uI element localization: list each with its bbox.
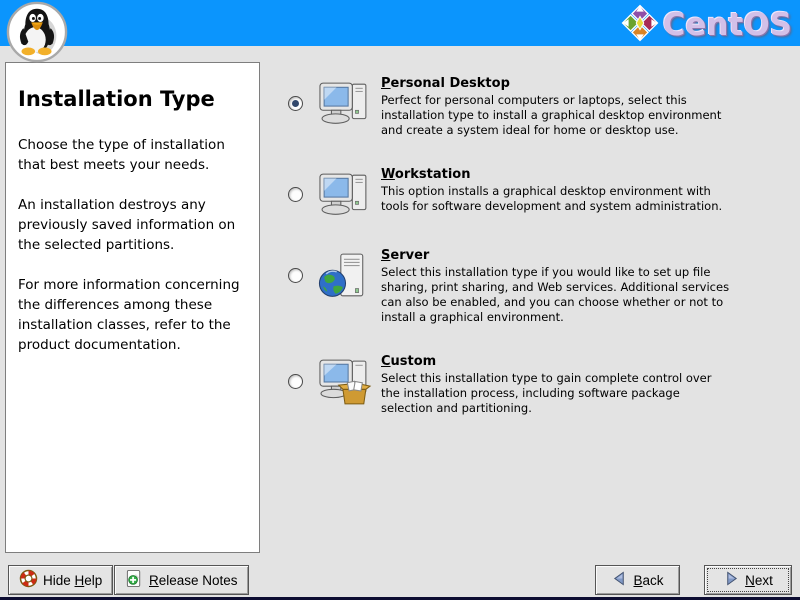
help-panel: Installation Type Choose the type of ins… (5, 62, 260, 553)
option-description: This option installs a graphical desktop… (381, 184, 733, 214)
help-paragraph: For more information concerning the diff… (18, 275, 247, 355)
hide-help-label: Hide Help (43, 573, 102, 588)
radio-custom[interactable] (288, 374, 303, 389)
option-title: Server (381, 248, 733, 263)
option-personal-desktop[interactable]: Personal Desktop Perfect for personal co… (288, 76, 748, 138)
option-custom[interactable]: Custom Select this installation type to … (288, 354, 748, 416)
radio-workstation[interactable] (288, 187, 303, 202)
centos-logo: CentOS (621, 4, 792, 46)
brand-name: CentOS (663, 7, 792, 43)
release-notes-document-icon (125, 569, 144, 591)
option-server[interactable]: Server Select this installation type if … (288, 248, 748, 325)
option-description: Select this installation type if you wou… (381, 265, 733, 325)
back-arrow-icon (611, 570, 628, 590)
help-paragraph: An installation destroys any previously … (18, 195, 247, 255)
option-title: Custom (381, 354, 733, 369)
option-workstation[interactable]: Workstation This option installs a graph… (288, 167, 748, 219)
lifering-help-icon (19, 569, 38, 591)
option-title: Workstation (381, 167, 733, 182)
desktop-computer-icon (317, 171, 373, 219)
page-title: Installation Type (18, 87, 247, 111)
desktop-computer-icon (317, 80, 373, 128)
installation-type-options: Personal Desktop Perfect for personal co… (288, 76, 748, 445)
radio-server[interactable] (288, 268, 303, 283)
help-paragraph: Choose the type of installation that bes… (18, 135, 247, 175)
option-description: Select this installation type to gain co… (381, 371, 733, 416)
option-title: Personal Desktop (381, 76, 733, 91)
centos-pinwheel-icon (621, 4, 659, 46)
radio-personal-desktop[interactable] (288, 96, 303, 111)
next-arrow-icon (723, 570, 740, 590)
release-notes-button[interactable]: Release Notes (114, 565, 249, 595)
release-notes-label: Release Notes (149, 573, 238, 588)
server-globe-icon (317, 252, 373, 300)
tux-penguin-icon (6, 1, 68, 63)
computer-package-box-icon (317, 358, 373, 406)
option-description: Perfect for personal computers or laptop… (381, 93, 733, 138)
hide-help-button[interactable]: Hide Help (8, 565, 113, 595)
next-label: Next (745, 573, 773, 588)
back-label: Back (633, 573, 663, 588)
back-button[interactable]: Back (595, 565, 680, 595)
next-button[interactable]: Next (704, 565, 792, 595)
